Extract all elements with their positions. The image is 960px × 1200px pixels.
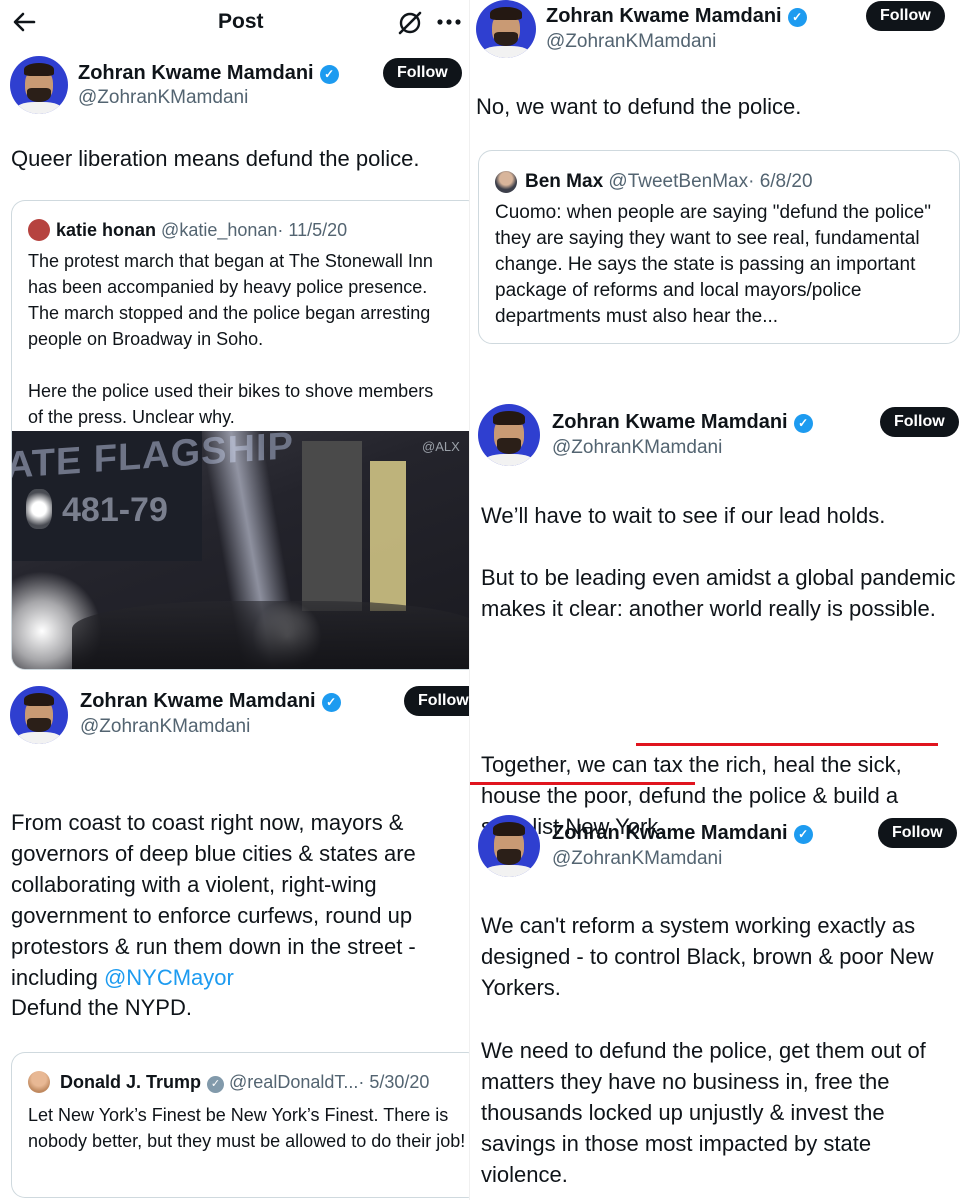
avatar[interactable] bbox=[478, 815, 540, 877]
author-name[interactable]: Zohran Kwame Mamdani ✓ bbox=[552, 822, 813, 845]
verified-badge-icon: ✓ bbox=[207, 1076, 225, 1093]
page-title: Post bbox=[218, 10, 264, 33]
quote-author-name: Donald J. Trump bbox=[60, 1072, 202, 1092]
quote-text: Let New York’s Finest be New York’s Fine… bbox=[28, 1105, 466, 1151]
tweet-text-p1: We’ll have to wait to see if our lead ho… bbox=[481, 503, 886, 528]
quote-author-name: Ben Max bbox=[525, 171, 604, 192]
author-handle[interactable]: @ZohranKMamdani bbox=[78, 87, 248, 109]
more-icon[interactable] bbox=[436, 12, 462, 37]
verified-badge-icon: ✓ bbox=[321, 693, 341, 712]
verified-badge-icon: ✓ bbox=[793, 414, 813, 433]
follow-button[interactable]: Follow bbox=[880, 407, 959, 437]
verified-badge-icon: ✓ bbox=[319, 65, 339, 84]
follow-button[interactable]: Follow bbox=[866, 1, 945, 31]
grok-icon[interactable] bbox=[396, 9, 424, 42]
quote-avatar bbox=[495, 171, 517, 193]
author-handle[interactable]: @ZohranKMamdani bbox=[552, 437, 722, 459]
author-name[interactable]: Zohran Kwame Mamdani ✓ bbox=[552, 411, 813, 434]
quote-tweet[interactable]: Ben Max @TweetBenMax· 6/8/20 Cuomo: when… bbox=[478, 150, 960, 344]
avatar[interactable] bbox=[10, 56, 68, 114]
author-name[interactable]: Zohran Kwame Mamdani ✓ bbox=[80, 690, 341, 713]
verified-badge-icon: ✓ bbox=[787, 8, 807, 27]
tweet-text-closing: Defund the NYPD. bbox=[11, 995, 192, 1020]
quote-author-handle: @katie_honan bbox=[161, 220, 278, 240]
tweet-text: No, we want to defund the police. bbox=[476, 94, 802, 119]
quote-tweet[interactable]: katie honan @katie_honan· 11/5/20 The pr… bbox=[11, 200, 470, 670]
follow-button[interactable]: Follow bbox=[878, 818, 957, 848]
tweet-text: Queer liberation means defund the police… bbox=[11, 146, 420, 171]
quote-author-handle: @realDonaldT... bbox=[229, 1072, 359, 1092]
avatar[interactable] bbox=[476, 0, 536, 58]
quote-media[interactable]: ATE FLAGSHIP 481-79 @ALX bbox=[12, 431, 470, 669]
quote-avatar bbox=[28, 219, 50, 241]
red-underline-1 bbox=[636, 743, 938, 746]
tweet-text: From coast to coast right now, mayors & … bbox=[11, 810, 416, 990]
quote-avatar bbox=[28, 1071, 50, 1093]
quote-date: · 5/30/20 bbox=[358, 1072, 430, 1092]
crowd bbox=[72, 601, 470, 669]
quote-author-handle: @TweetBenMax bbox=[608, 171, 749, 192]
quote-header: Ben Max @TweetBenMax· 6/8/20 bbox=[525, 171, 813, 193]
author-name[interactable]: Zohran Kwame Mamdani ✓ bbox=[78, 62, 339, 85]
quote-author-name: katie honan bbox=[56, 220, 157, 240]
author-handle[interactable]: @ZohranKMamdani bbox=[546, 31, 716, 53]
right-panel: Zohran Kwame Mamdani ✓ @ZohranKMamdani Fo… bbox=[470, 0, 960, 1200]
window bbox=[302, 441, 362, 611]
arrow-left-icon[interactable] bbox=[10, 8, 38, 41]
walk-signal-icon bbox=[26, 489, 52, 529]
quote-date: · 6/8/20 bbox=[748, 171, 813, 192]
mention-link[interactable]: @NYCMayor bbox=[104, 965, 234, 990]
quote-tweet[interactable]: Donald J. Trump ✓ @realDonaldT...· 5/30/2… bbox=[11, 1052, 470, 1198]
follow-button[interactable]: Follow bbox=[404, 686, 470, 716]
media-watermark: @ALX bbox=[422, 439, 460, 454]
lit-window bbox=[370, 461, 406, 611]
tweet-text-p2: We need to defund the police, get them o… bbox=[481, 1038, 926, 1187]
media-sign-2: 481-79 bbox=[62, 491, 168, 529]
tweet-text-p1: We can't reform a system working exactly… bbox=[481, 913, 934, 1000]
author-handle[interactable]: @ZohranKMamdani bbox=[80, 716, 250, 738]
quote-text: Cuomo: when people are saying "defund th… bbox=[495, 202, 931, 327]
left-panel: Post Zohran Kwame Mamdani ✓ @ZohranKMamda… bbox=[0, 0, 470, 1200]
verified-badge-icon: ✓ bbox=[793, 825, 813, 844]
panel-divider bbox=[469, 0, 470, 1200]
red-underline-2 bbox=[470, 782, 695, 785]
follow-button[interactable]: Follow bbox=[383, 58, 462, 88]
avatar[interactable] bbox=[10, 686, 68, 744]
quote-date: · 11/5/20 bbox=[277, 220, 348, 240]
avatar[interactable] bbox=[478, 404, 540, 466]
author-handle[interactable]: @ZohranKMamdani bbox=[552, 848, 722, 870]
quote-header: katie honan @katie_honan· 11/5/20 bbox=[56, 220, 347, 241]
quote-text: The protest march that began at The Ston… bbox=[28, 251, 434, 427]
author-name[interactable]: Zohran Kwame Mamdani ✓ bbox=[546, 5, 807, 28]
tweet-text-p2: But to be leading even amidst a global p… bbox=[481, 565, 956, 621]
quote-header: Donald J. Trump ✓ @realDonaldT...· 5/30/2… bbox=[60, 1072, 429, 1093]
